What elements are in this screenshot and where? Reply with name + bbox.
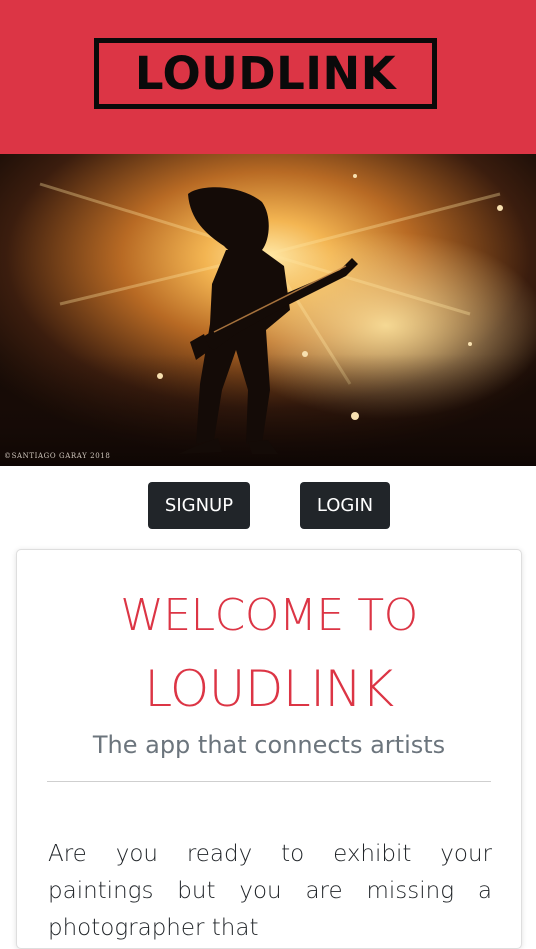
- hero-image: ©SANTIAGO GARAY 2018: [0, 154, 536, 466]
- welcome-heading-line1: WELCOME TO: [120, 590, 418, 641]
- login-button[interactable]: LOGIN: [300, 482, 390, 529]
- logo-text: LOUDLINK: [134, 47, 397, 100]
- welcome-heading-line2: LOUDLINK: [144, 660, 394, 718]
- signup-button[interactable]: SIGNUP: [148, 482, 250, 529]
- intro-paragraph: Are you ready to exhibit your paintings …: [48, 841, 492, 941]
- welcome-card: WELCOME TO LOUDLINK The app that connect…: [16, 549, 522, 949]
- divider: [47, 781, 491, 782]
- logo[interactable]: LOUDLINK: [94, 38, 437, 109]
- subtitle: The app that connects artists: [92, 731, 446, 759]
- header: LOUDLINK: [0, 0, 536, 154]
- photo-credit: ©SANTIAGO GARAY 2018: [4, 452, 111, 460]
- concert-photo: [0, 154, 536, 466]
